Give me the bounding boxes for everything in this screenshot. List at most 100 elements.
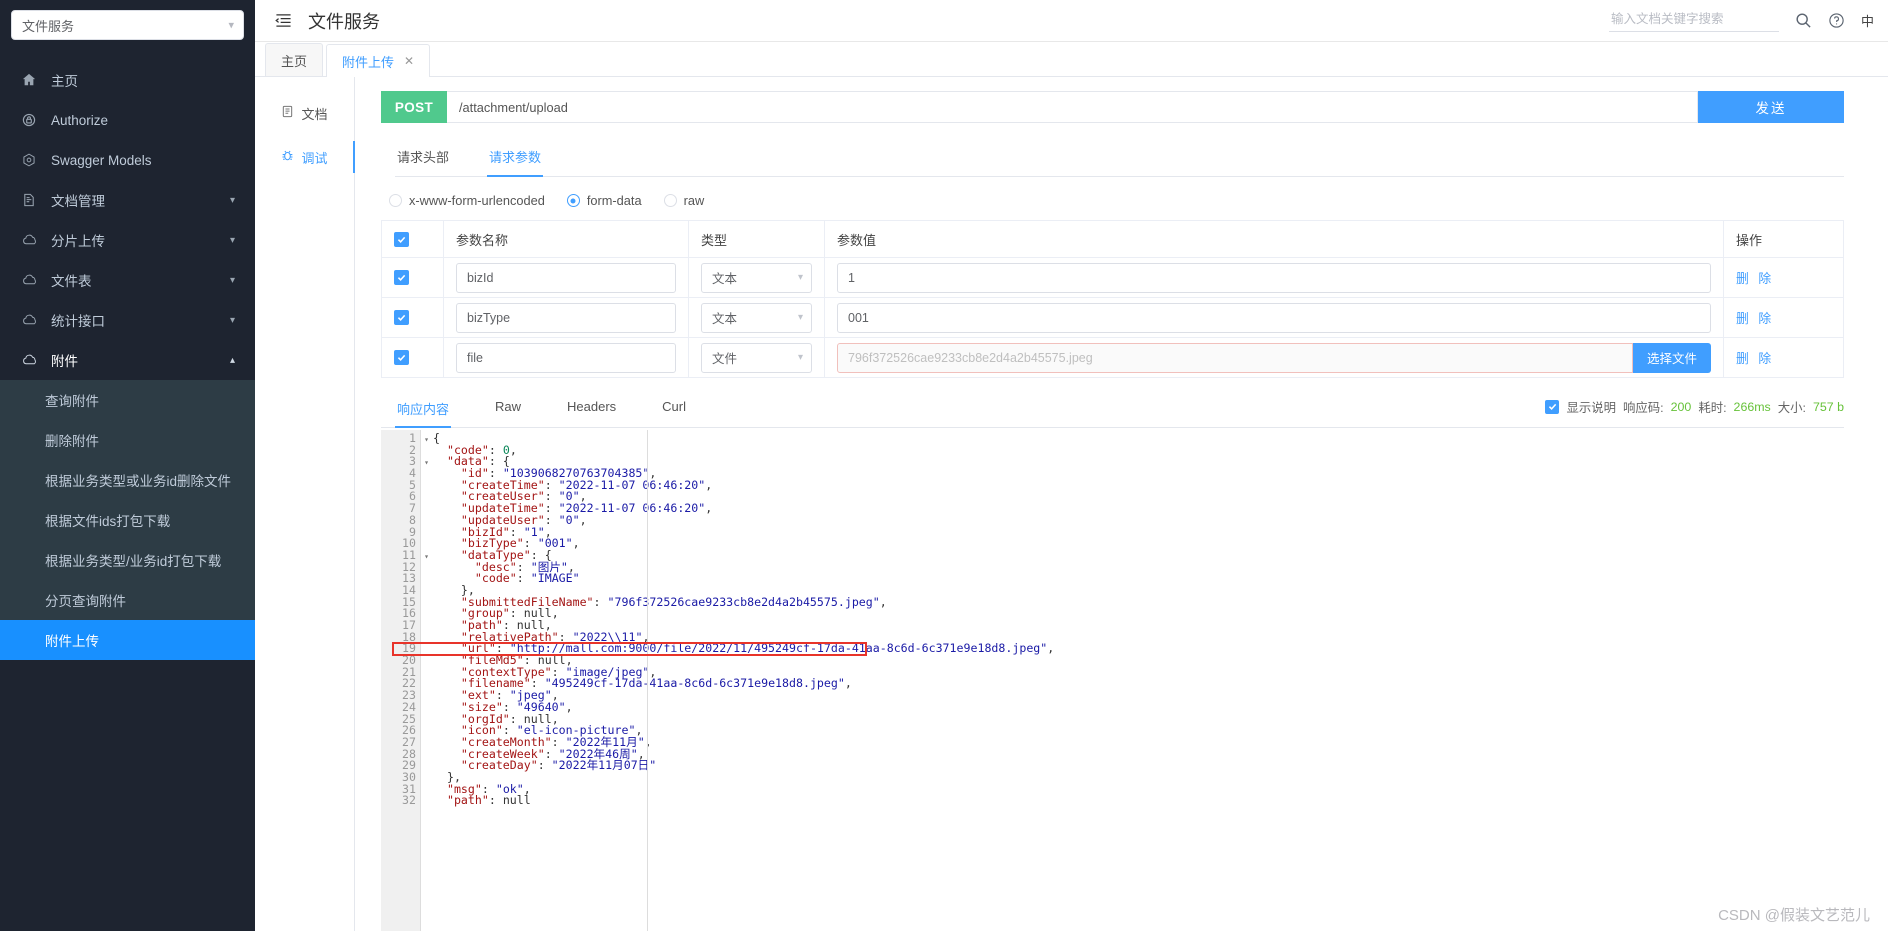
row-checkbox[interactable] [394, 350, 409, 365]
delete-row-button[interactable]: 删 除 [1736, 351, 1774, 366]
sidebar-subitem-label: 删除附件 [45, 434, 99, 449]
sidebar-item-authorize[interactable]: Authorize [0, 100, 255, 140]
choose-file-button[interactable]: 选择文件 [1632, 342, 1711, 373]
chevron-down-icon: ▾ [229, 274, 235, 286]
select-all-checkbox[interactable] [394, 231, 409, 247]
param-value-input[interactable]: 1 [837, 262, 1711, 293]
sidebar-subitem-download-by-biz[interactable]: 根据业务类型/业务id打包下载 [0, 540, 255, 580]
document-icon [281, 105, 294, 121]
search-input[interactable] [1608, 11, 1779, 27]
elapsed-label: 耗时: [1698, 400, 1727, 415]
doc-icon [22, 193, 40, 207]
tab-response-raw[interactable]: Raw [493, 393, 523, 428]
radio-dot-icon [566, 194, 580, 207]
param-name-value: file [467, 350, 483, 365]
sidebar-item-label: Swagger Models [51, 152, 152, 168]
send-button[interactable]: 发送 [1698, 91, 1844, 123]
radio-raw[interactable]: raw [663, 193, 705, 208]
sidebar-item-stats-api[interactable]: 统计接口 ▾ [0, 300, 255, 340]
param-type-select[interactable]: 文本 ▾ [701, 302, 812, 333]
row-name-cell: file [443, 337, 689, 378]
page-title: 文件服务 [308, 11, 380, 32]
doc-search-box[interactable] [1608, 9, 1779, 32]
code-fold-divider [647, 430, 648, 931]
sidebar-item-attachment[interactable]: 附件 ▴ [0, 340, 255, 380]
delete-row-button[interactable]: 删 除 [1736, 311, 1774, 326]
row-op-cell: 删 除 [1723, 257, 1844, 298]
sidebar-subitem-delete-by-biz[interactable]: 根据业务类型或业务id删除文件 [0, 460, 255, 500]
row-checkbox[interactable] [394, 310, 409, 325]
subtab-request-headers[interactable]: 请求头部 [395, 140, 451, 177]
row-op-cell: 删 除 [1723, 297, 1844, 338]
subtab-request-params[interactable]: 请求参数 [487, 140, 544, 177]
home-icon [22, 73, 40, 87]
row-checkbox[interactable] [394, 270, 409, 285]
tab-response-curl[interactable]: Curl [660, 393, 688, 428]
url-value: /attachment/upload [459, 99, 568, 115]
param-name-value: bizType [467, 310, 511, 325]
top-bar: 文件服务 中 [255, 0, 1888, 42]
chevron-down-icon: ▾ [228, 19, 234, 32]
show-description-checkbox[interactable] [1545, 399, 1560, 414]
sidebar-subitem-download-by-ids[interactable]: 根据文件ids打包下载 [0, 500, 255, 540]
sidebar-subitem-label: 分页查询附件 [45, 594, 126, 609]
url-input[interactable]: /attachment/upload [447, 91, 1698, 123]
main-area: 文件服务 中 主页 [255, 0, 1888, 931]
param-name-input[interactable]: bizId [456, 262, 676, 293]
param-name-input[interactable]: file [456, 342, 676, 373]
sidebar-item-document-manage[interactable]: 文档管理 ▾ [0, 180, 255, 220]
file-name-display[interactable]: 796f372526cae9233cb8e2d4a2b45575.jpeg [837, 342, 1633, 373]
param-value-input[interactable]: 001 [837, 302, 1711, 333]
file-value-cell: 796f372526cae9233cb8e2d4a2b45575.jpeg 选择… [837, 342, 1711, 373]
tab-home[interactable]: 主页 [265, 43, 324, 76]
search-icon[interactable] [1795, 12, 1812, 29]
radio-form-data[interactable]: form-data [566, 193, 642, 208]
radio-urlencoded[interactable]: x-www-form-urlencoded [389, 193, 545, 208]
sidebar-item-label: 附件 [51, 354, 78, 369]
param-type-value: 文本 [712, 312, 738, 326]
file-name-placeholder: 796f372526cae9233cb8e2d4a2b45575.jpeg [848, 350, 1093, 365]
sidebar-item-home[interactable]: 主页 [0, 60, 255, 100]
size-value: 757 b [1812, 399, 1844, 414]
help-icon[interactable] [1828, 12, 1845, 29]
sidebar-subitem-label: 根据业务类型或业务id删除文件 [45, 474, 232, 489]
param-type-select[interactable]: 文本 ▾ [701, 262, 812, 293]
code-line-numbers: 1 ▾ 2 3 ▾ 4 5 6 7 8 9 10 11 ▾ 12 13 14 15 16 17 18 19 20 21 22 23… [381, 430, 429, 931]
close-icon[interactable]: ✕ [404, 54, 414, 68]
param-type-select[interactable]: 文件 ▾ [701, 342, 812, 373]
sidebar-item-label: Authorize [51, 112, 109, 128]
tab-response-body[interactable]: 响应内容 [395, 393, 452, 428]
row-type-cell: 文本 ▾ [688, 257, 825, 298]
sidebar-item-label: 分片上传 [51, 234, 105, 249]
sidebar-item-chunk-upload[interactable]: 分片上传 ▾ [0, 220, 255, 260]
param-name-input[interactable]: bizType [456, 302, 676, 333]
chevron-down-icon: ▾ [797, 312, 803, 323]
col-header-type: 类型 [688, 220, 825, 258]
sidebar-subitem-query-attachment[interactable]: 查询附件 [0, 380, 255, 420]
body-split: 文档 调试 POST /attachment/upload 发送 请求头部 请求… [255, 77, 1888, 931]
row-op-cell: 删 除 [1723, 337, 1844, 378]
tab-response-headers[interactable]: Headers [565, 393, 618, 428]
response-code-viewer[interactable]: 1 ▾ 2 3 ▾ 4 5 6 7 8 9 10 11 ▾ 12 13 14 15 16 17 18 19 20 21 22 23… [381, 430, 1844, 931]
sidebar-subitem-attachment-upload[interactable]: 附件上传 [0, 620, 255, 660]
tab-attachment-upload[interactable]: 附件上传 ✕ [326, 44, 431, 77]
service-select[interactable]: 文件服务 ▾ [11, 10, 244, 40]
sidebar-subitem-label: 附件上传 [45, 634, 99, 649]
cloud-icon [22, 273, 40, 287]
sidebar-item-file-table[interactable]: 文件表 ▾ [0, 260, 255, 300]
code-content[interactable]: { "code": 0, "data": { "id": "1039068270… [421, 430, 1844, 931]
delete-row-button[interactable]: 删 除 [1736, 271, 1774, 286]
language-switcher[interactable]: 中 [1861, 11, 1874, 30]
request-subtabs: 请求头部 请求参数 [395, 139, 1844, 177]
rail-item-debug[interactable]: 调试 [255, 135, 355, 179]
table-header-row: 参数名称 类型 参数值 操作 [381, 220, 1844, 258]
sidebar-item-swagger-models[interactable]: Swagger Models [0, 140, 255, 180]
body-type-radios: x-www-form-urlencoded form-data raw [389, 193, 1844, 208]
sidebar-subitem-delete-attachment[interactable]: 删除附件 [0, 420, 255, 460]
radio-label: raw [683, 193, 705, 208]
cloud-icon [22, 233, 40, 247]
sidebar-subitem-page-query[interactable]: 分页查询附件 [0, 580, 255, 620]
rail-item-document[interactable]: 文档 [255, 91, 354, 135]
sidebar-submenu-attachment: 查询附件 删除附件 根据业务类型或业务id删除文件 根据文件ids打包下载 根据… [0, 380, 255, 660]
collapse-sidebar-icon[interactable] [275, 12, 292, 29]
